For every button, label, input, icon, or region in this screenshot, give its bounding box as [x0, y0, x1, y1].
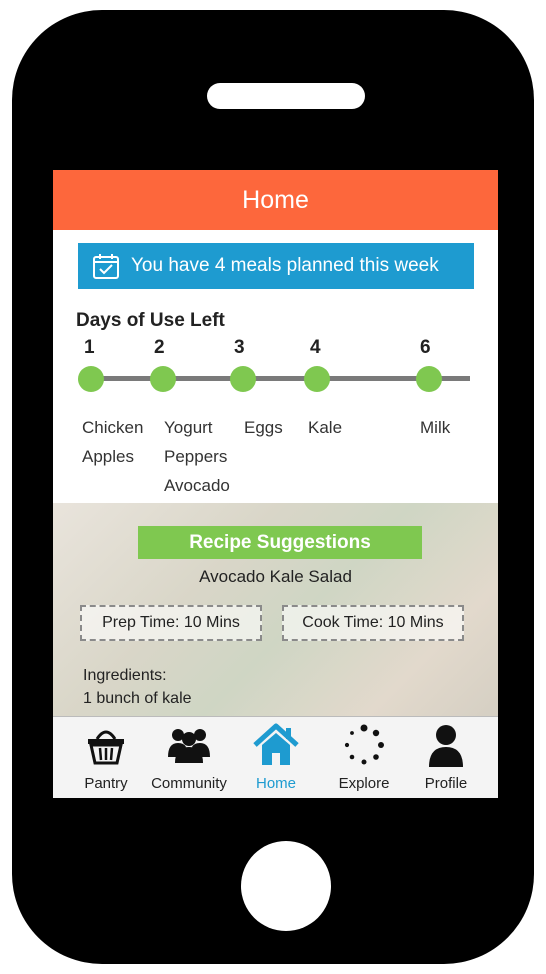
days-timeline-track — [89, 376, 470, 381]
day-number: 2 — [154, 337, 165, 358]
day-number: 4 — [310, 337, 321, 358]
food-item: Milk — [420, 418, 451, 437]
ingredient-item: 1 bunch of kale — [83, 690, 192, 707]
day-number: 3 — [234, 337, 245, 358]
basket-icon — [88, 730, 124, 765]
nav-item-explore[interactable]: Explore — [333, 717, 395, 798]
food-list-day-6: Milk — [420, 413, 450, 442]
food-item: Peppers — [164, 447, 228, 466]
house-icon — [253, 723, 299, 765]
meal-plan-text: You have 4 meals planned this week — [131, 255, 439, 276]
food-list-day-1: Chicken Apples — [82, 413, 143, 471]
nav-label-home: Home — [255, 775, 296, 792]
food-item: Yogurt — [164, 418, 213, 437]
app-screen: Home You have 4 meals planned this week … — [53, 170, 498, 798]
day-marker-dot[interactable] — [230, 366, 256, 392]
nav-item-pantry[interactable]: Pantry — [75, 717, 137, 798]
food-item: Chicken — [82, 418, 144, 437]
ingredients-list: Ingredients: 1 bunch of kale — [83, 664, 192, 710]
calendar-check-icon — [93, 254, 119, 279]
food-list-day-4: Kale — [308, 413, 342, 442]
recipe-name[interactable]: Avocado Kale Salad — [53, 567, 498, 587]
day-marker-dot[interactable] — [78, 366, 104, 392]
prep-time-box: Prep Time: 10 Mins — [80, 605, 262, 641]
phone-home-button[interactable] — [241, 841, 331, 931]
day-number: 6 — [420, 337, 431, 358]
dots-circle-icon — [344, 724, 384, 765]
food-item: Eggs — [244, 418, 283, 437]
nav-label-community: Community — [151, 775, 227, 792]
days-left-title: Days of Use Left — [76, 310, 225, 331]
person-icon — [429, 725, 463, 767]
nav-label-pantry: Pantry — [84, 775, 128, 792]
people-icon — [168, 729, 210, 763]
food-item: Apples — [82, 447, 134, 466]
day-number: 1 — [84, 337, 95, 358]
nav-label-explore: Explore — [338, 775, 390, 792]
cook-time-box: Cook Time: 10 Mins — [282, 605, 464, 641]
nav-item-home[interactable]: Home — [245, 717, 307, 798]
recipe-section-title: Recipe Suggestions — [138, 526, 422, 559]
page-title: Home — [242, 185, 309, 214]
phone-speaker — [207, 83, 365, 109]
nav-label-profile: Profile — [424, 775, 468, 792]
food-list-day-2: Yogurt Peppers Avocado — [164, 413, 230, 500]
day-marker-dot[interactable] — [150, 366, 176, 392]
day-marker-dot[interactable] — [416, 366, 442, 392]
meal-plan-banner[interactable]: You have 4 meals planned this week — [78, 243, 474, 289]
food-list-day-3: Eggs — [244, 413, 283, 442]
ingredients-title: Ingredients: — [83, 667, 167, 684]
bottom-nav: Pantry Community Home Explore Profile — [53, 716, 498, 798]
nav-item-profile[interactable]: Profile — [415, 717, 477, 798]
food-item: Kale — [308, 418, 343, 437]
day-marker-dot[interactable] — [304, 366, 330, 392]
nav-item-community[interactable]: Community — [143, 717, 235, 798]
food-item: Avocado — [164, 476, 230, 495]
page-header: Home — [53, 170, 498, 230]
